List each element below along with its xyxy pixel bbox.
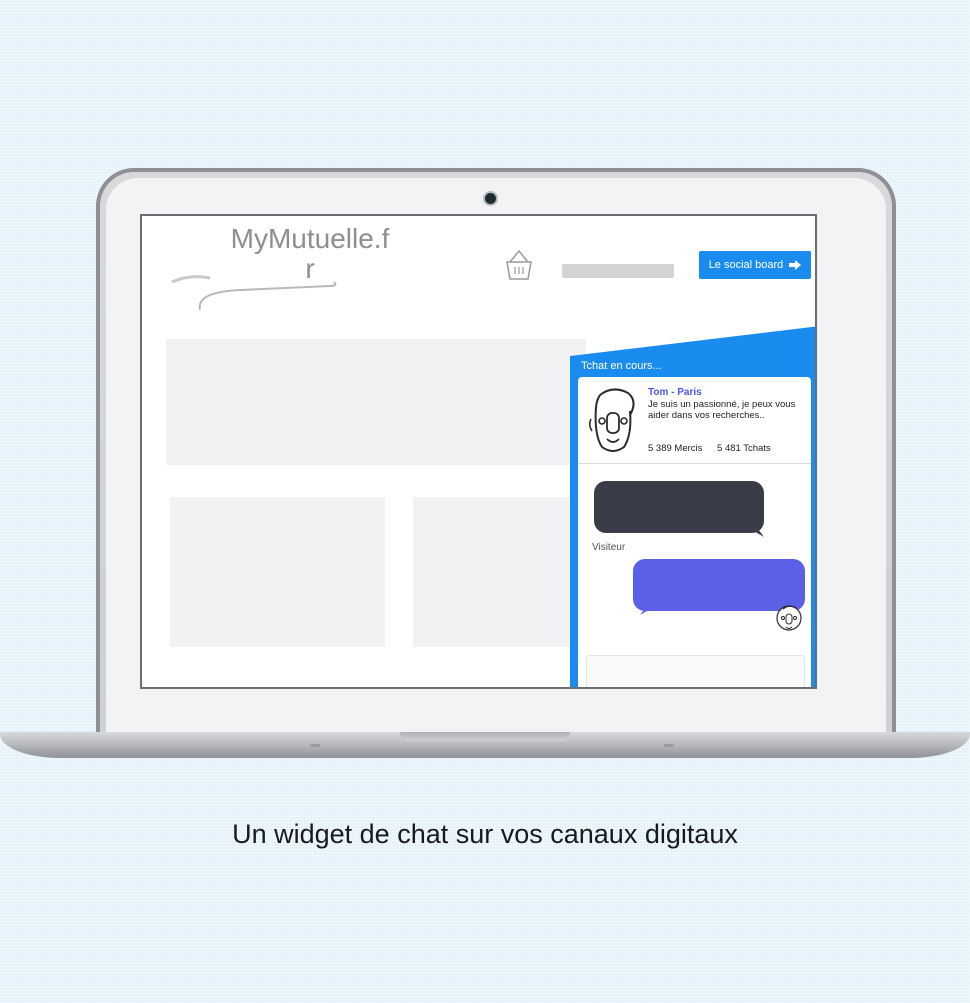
divider (578, 463, 811, 464)
nav-placeholder-bar (562, 264, 674, 278)
laptop-screen: MyMutuelle.f r Le social board Tchat en … (140, 214, 817, 689)
agent-name: Tom - Paris (648, 387, 702, 398)
laptop-hinge (400, 732, 570, 741)
chat-header-title: Tchat en cours... (581, 360, 662, 372)
bubble-tail (640, 607, 654, 615)
hero-placeholder (166, 339, 586, 465)
bubble-tail (750, 529, 764, 537)
basket-icon[interactable] (504, 248, 534, 282)
visitor-label: Visiteur (592, 542, 626, 553)
social-board-button-label: Le social board (708, 259, 784, 271)
visitor-message-bubble (594, 481, 764, 533)
card-placeholder-1 (170, 497, 385, 647)
social-board-button[interactable]: Le social board (699, 251, 811, 279)
chat-panel: Tom - Paris Je suis un passionné, je peu… (578, 377, 811, 687)
caption: Un widget de chat sur vos canaux digitau… (232, 819, 738, 849)
thanks-count: 5 389 Mercis (648, 443, 703, 454)
chat-message-input[interactable] (586, 655, 805, 687)
agent-avatar-icon (588, 388, 635, 452)
agent-mini-avatar-icon (776, 605, 802, 631)
agent-stats: 5 389 Mercis 5 481 Tchats (648, 443, 783, 454)
agent-bio: Je suis un passionné, je peux vous aider… (648, 399, 796, 421)
camera-icon (485, 193, 496, 204)
laptop-foot (310, 744, 320, 747)
chats-count: 5 481 Tchats (717, 443, 771, 454)
arrow-right-icon (789, 260, 802, 270)
logo-swoosh-icon (171, 275, 337, 311)
laptop-foot (664, 744, 674, 747)
